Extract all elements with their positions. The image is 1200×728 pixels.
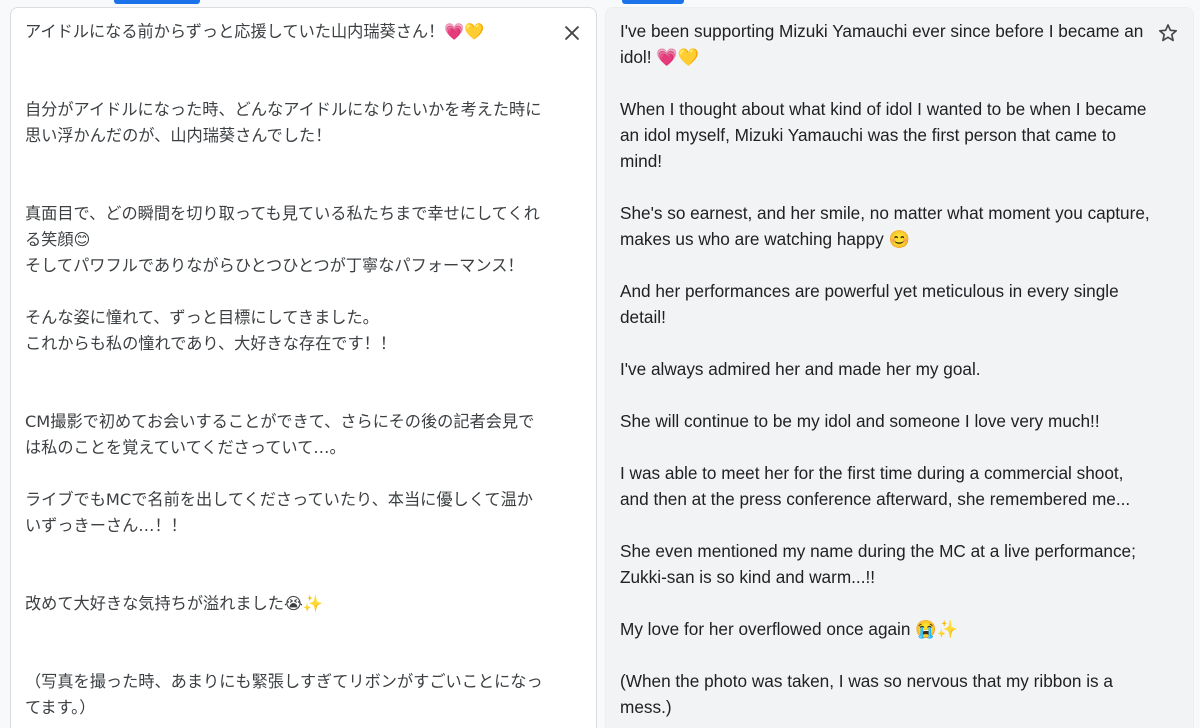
source-paragraph: CM撮影で初めてお会いすることができて、さらにその後の記者会見では私のことを覚え… bbox=[25, 412, 535, 457]
source-paragraph: そんな姿に憧れて、ずっと目標にしてきました。 これからも私の憧れであり、大好きな… bbox=[25, 308, 397, 353]
translated-paragraph: My love for her overflowed once again 😭✨ bbox=[620, 619, 959, 639]
save-translation-button[interactable] bbox=[1152, 17, 1184, 49]
source-paragraph: （写真を撮った時、あまりにも緊張しすぎてリボンがすごいことになってます。） bbox=[25, 672, 543, 717]
translated-paragraph: I've always admired her and made her my … bbox=[620, 359, 981, 379]
source-paragraph: ライブでもMCで名前を出してくださっていたり、本当に優しくて温かいずっきーさん…… bbox=[25, 490, 533, 535]
translated-paragraph: She will continue to be my idol and some… bbox=[620, 411, 1100, 431]
source-text-panel[interactable]: アイドルになる前からずっと応援していた山内瑞葵さん！💗💛 自分がアイドルになった時… bbox=[10, 7, 597, 728]
source-paragraph: 改めて大好きな気持ちが溢れました😭✨ bbox=[25, 594, 324, 613]
source-paragraph: 自分がアイドルになった時、どんなアイドルになりたいかを考えた時に思い浮かんだのが… bbox=[25, 100, 542, 145]
translated-paragraph: I was able to meet her for the first tim… bbox=[620, 463, 1131, 509]
clear-source-button[interactable] bbox=[556, 17, 588, 49]
translate-workspace: アイドルになる前からずっと応援していた山内瑞葵さん！💗💛 自分がアイドルになった時… bbox=[0, 0, 1200, 728]
source-paragraph: アイドルになる前からずっと応援していた山内瑞葵さん！💗💛 bbox=[25, 22, 485, 41]
translation-output-text: I've been supporting Mizuki Yamauchi eve… bbox=[620, 18, 1150, 720]
translated-paragraph: And her performances are powerful yet me… bbox=[620, 281, 1124, 327]
translated-paragraph: (When the photo was taken, I was so nerv… bbox=[620, 671, 1118, 717]
source-language-tab-indicator bbox=[114, 0, 200, 4]
translated-paragraph: When I thought about what kind of idol I… bbox=[620, 99, 1152, 171]
close-icon bbox=[565, 26, 579, 40]
translated-paragraph: She's so earnest, and her smile, no matt… bbox=[620, 203, 1155, 249]
translated-paragraph: I've been supporting Mizuki Yamauchi eve… bbox=[620, 21, 1149, 67]
target-language-tab-indicator bbox=[622, 0, 684, 4]
translated-paragraph: She even mentioned my name during the MC… bbox=[620, 541, 1141, 587]
source-text-input[interactable]: アイドルになる前からずっと応援していた山内瑞葵さん！💗💛 自分がアイドルになった時… bbox=[25, 19, 545, 721]
source-paragraph: 真面目で、どの瞬間を切り取っても見ている私たちまで幸せにしてくれる笑顔😊 そして… bbox=[25, 204, 540, 275]
star-outline-icon bbox=[1158, 24, 1178, 42]
translation-output-panel: I've been supporting Mizuki Yamauchi eve… bbox=[605, 7, 1194, 728]
